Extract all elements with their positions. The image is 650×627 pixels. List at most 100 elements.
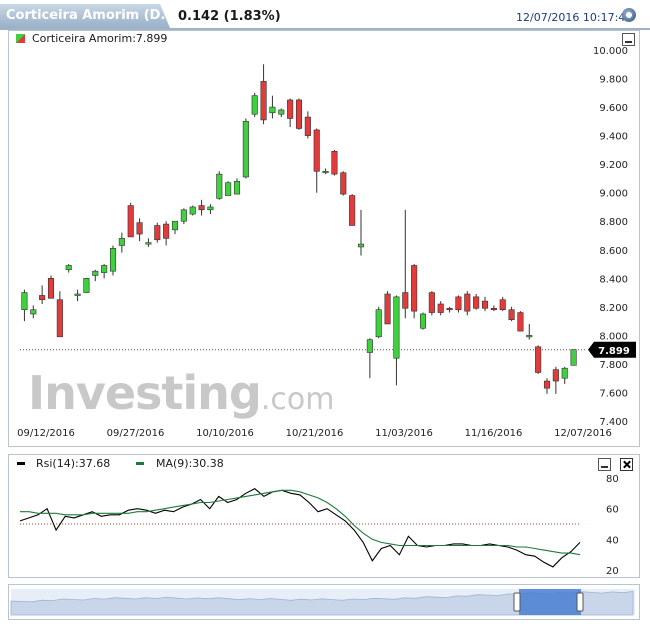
candle-body	[411, 265, 418, 312]
candle-body	[56, 299, 63, 338]
candle-body	[322, 170, 329, 174]
timestamp: 12/07/2016 10:17:48	[516, 11, 633, 24]
candle-body	[304, 116, 311, 136]
price-x-tick: 11/16/2016	[465, 428, 523, 439]
price-y-tick: 7.600	[599, 388, 628, 399]
price-y-tick: 9.800	[599, 75, 628, 86]
price-y-tick: 8.600	[599, 246, 628, 257]
candle-body	[526, 335, 533, 338]
price-x-tick: 10/10/2016	[196, 428, 254, 439]
navigator-right-handle	[576, 592, 584, 612]
candle-body	[464, 293, 471, 312]
watermark-suffix: .com	[260, 382, 335, 417]
rsi-y-tick: 40	[606, 535, 619, 546]
candle-body	[481, 300, 489, 309]
price-y-tick: 10.000	[593, 46, 628, 57]
magnifier-icon[interactable]	[622, 8, 636, 22]
candle-body	[233, 180, 241, 195]
candle-body	[313, 129, 320, 172]
candle-body	[83, 278, 90, 293]
candle-body	[340, 172, 347, 195]
ma-legend: MA(9):30.38	[156, 457, 224, 470]
candle-body	[154, 225, 161, 241]
candle-body	[499, 299, 506, 310]
rsi-chart: 80 60 40 20	[19, 474, 619, 576]
price-x-tick: 12/07/2016	[554, 428, 612, 439]
candle-body	[490, 307, 497, 311]
candle-body	[384, 293, 391, 325]
candle-body	[198, 205, 205, 211]
candle-body	[189, 206, 196, 215]
candle-body	[21, 292, 28, 310]
price-x-tick: 09/27/2016	[107, 428, 165, 439]
candle-body	[251, 95, 258, 115]
price-y-tick: 8.000	[599, 331, 628, 342]
price-change: 0.142 (1.83%)	[178, 9, 281, 24]
price-y-tick: 7.400	[599, 417, 628, 428]
candle-body	[287, 99, 294, 119]
candle-body	[207, 206, 214, 211]
candle-body	[570, 349, 577, 366]
candle-body	[561, 367, 568, 379]
candle-body	[428, 292, 435, 313]
candle-body	[295, 99, 303, 129]
candle-body	[109, 248, 117, 272]
ma-line	[20, 489, 581, 556]
candle-body	[225, 182, 232, 196]
candle-body	[278, 109, 285, 115]
legend-color-icon	[16, 34, 25, 43]
rsi-y-tick: 80	[606, 474, 619, 485]
price-y-tick: 8.200	[599, 303, 628, 314]
candle-body	[349, 195, 356, 226]
rsi-y-tick: 60	[606, 505, 619, 516]
candle-body	[136, 222, 143, 235]
candle-body	[455, 296, 462, 311]
rsi-legend: Rsi(14):37.68	[36, 457, 111, 470]
rsi-y-tick: 20	[606, 566, 619, 576]
candle-body	[242, 121, 249, 178]
price-y-tick: 8.400	[599, 274, 628, 285]
navigator-left-handle	[513, 592, 521, 612]
price-y-tick: 9.200	[599, 160, 628, 171]
candle-body	[393, 296, 400, 359]
rsi-line	[19, 488, 581, 568]
navigator-selection	[519, 589, 581, 615]
candle-body	[331, 151, 338, 175]
candle-body	[357, 243, 365, 248]
price-y-tick: 9.000	[599, 189, 628, 200]
candle-body	[127, 205, 134, 238]
candle-body	[375, 309, 382, 338]
candle-body	[74, 293, 81, 296]
candle-body	[163, 223, 170, 239]
instrument-title: Corticeira Amorim (D...	[6, 8, 176, 23]
candle-body	[269, 106, 276, 114]
candle-body	[180, 209, 187, 222]
candle-body	[65, 265, 72, 271]
candle-body	[419, 313, 427, 329]
candle-body	[145, 242, 152, 245]
candle-body	[508, 309, 515, 320]
candle-body	[535, 346, 542, 373]
price-x-tick: 09/12/2016	[17, 428, 75, 439]
candle-body	[446, 307, 453, 311]
price-x-tick: 11/03/2016	[375, 428, 433, 439]
candle-body	[30, 309, 37, 315]
candle-body	[216, 173, 223, 199]
price-y-tick: 9.600	[599, 103, 628, 114]
candle-body	[366, 339, 373, 353]
investing-watermark: Investing.com	[28, 366, 334, 420]
candle-body	[437, 303, 444, 313]
candle-body	[101, 265, 108, 273]
price-x-tick: 10/21/2016	[286, 428, 344, 439]
candle-body	[47, 278, 55, 299]
candle-body	[39, 295, 46, 301]
candle-body	[260, 81, 267, 121]
candle-body	[543, 380, 551, 389]
candle-body	[171, 220, 179, 231]
navigator-chart[interactable]	[9, 585, 639, 619]
price-y-tick: 9.400	[599, 132, 628, 143]
candle-body	[402, 292, 409, 309]
ma-legend-swatch	[136, 462, 144, 465]
watermark-brand: Investing	[28, 366, 262, 420]
candle-body	[118, 238, 125, 246]
